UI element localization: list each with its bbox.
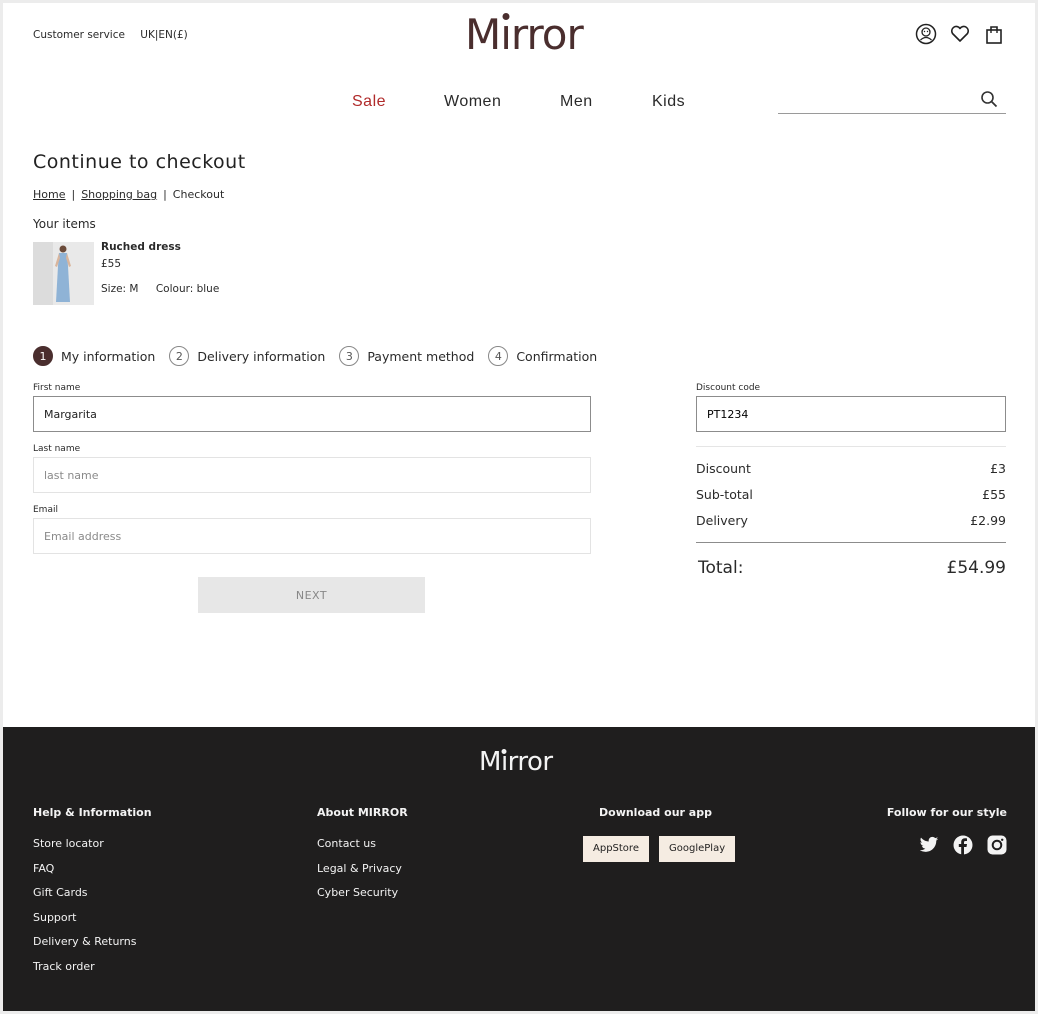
footer-link-cyber-security[interactable]: Cyber Security — [317, 886, 402, 911]
product-meta: Size: M Colour: blue — [101, 283, 233, 295]
product-colour: Colour: blue — [155, 283, 220, 295]
first-name-field[interactable] — [33, 396, 591, 432]
customer-service-link[interactable]: Customer service — [33, 29, 125, 41]
site-logo[interactable]: Mırror — [465, 7, 584, 63]
product-price: £55 — [101, 258, 122, 270]
email-field[interactable] — [33, 518, 591, 554]
total-label: Total: — [698, 558, 744, 578]
discount-code-label: Discount code — [696, 383, 761, 393]
your-items-heading: Your items — [33, 217, 96, 231]
footer-logo[interactable]: Mırror — [479, 747, 553, 777]
summary-total-divider — [696, 542, 1006, 543]
nav-sale[interactable]: Sale — [352, 93, 386, 111]
nav-kids[interactable]: Kids — [652, 93, 685, 111]
product-thumbnail[interactable] — [33, 242, 94, 305]
last-name-field[interactable] — [33, 457, 591, 493]
footer-app-title: Download our app — [599, 806, 712, 819]
step-delivery-information[interactable]: 2 Delivery information — [169, 346, 325, 366]
next-button[interactable]: NEXT — [198, 577, 425, 613]
breadcrumb-shopping-bag[interactable]: Shopping bag — [81, 188, 157, 201]
footer-link-legal-privacy[interactable]: Legal & Privacy — [317, 862, 402, 887]
instagram-icon[interactable] — [987, 835, 1007, 855]
breadcrumb-checkout: Checkout — [172, 188, 225, 201]
page-title: Continue to checkout — [33, 151, 246, 173]
summary-label: Discount — [696, 461, 751, 476]
last-name-label: Last name — [33, 444, 81, 454]
nav-men[interactable]: Men — [560, 93, 593, 111]
summary-value: £55 — [982, 487, 1006, 502]
footer-link-delivery-returns[interactable]: Delivery & Returns — [33, 935, 136, 960]
breadcrumb-separator: | — [71, 188, 76, 201]
account-icon[interactable] — [915, 23, 937, 45]
step-number: 1 — [33, 346, 53, 366]
step-confirmation[interactable]: 4 Confirmation — [488, 346, 597, 366]
bag-icon[interactable] — [983, 23, 1005, 45]
footer-help-title: Help & Information — [33, 806, 152, 819]
heart-icon[interactable] — [949, 23, 971, 45]
product-size: Size: M — [101, 283, 139, 295]
summary-label: Delivery — [696, 513, 748, 528]
search-bar — [778, 88, 1006, 114]
breadcrumb-separator: | — [163, 188, 167, 201]
summary-label: Sub-total — [696, 487, 753, 502]
first-name-label: First name — [33, 383, 81, 393]
step-label: Delivery information — [197, 348, 326, 364]
summary-value: £2.99 — [970, 513, 1006, 528]
page: Customer service UK|EN(£) Mırror Sale Wo… — [3, 3, 1035, 1011]
step-label: Confirmation — [516, 348, 598, 364]
summary-row-delivery: Delivery £2.99 — [696, 513, 1006, 528]
header-icons — [915, 23, 1005, 45]
summary-total: Total: £54.99 — [698, 558, 1006, 578]
summary-row-discount: Discount £3 — [696, 461, 1006, 476]
step-number: 3 — [339, 346, 360, 366]
nav-women[interactable]: Women — [444, 93, 501, 111]
summary-row-subtotal: Sub-total £55 — [696, 487, 1006, 502]
footer-about-title: About MIRROR — [317, 806, 408, 819]
googleplay-button[interactable]: GooglePlay — [659, 836, 736, 862]
footer-help-links: Store locator FAQ Gift Cards Support Del… — [33, 837, 136, 984]
product-name[interactable]: Ruched dress — [101, 241, 181, 253]
footer-link-track-order[interactable]: Track order — [33, 960, 136, 985]
top-bar: Customer service UK|EN(£) Mırror — [3, 3, 1035, 73]
checkout-stepper: 1 My information 2 Delivery information … — [33, 346, 611, 366]
step-number: 2 — [169, 346, 190, 366]
email-label: Email — [33, 505, 58, 515]
step-label: Payment method — [367, 348, 475, 364]
footer-about-links: Contact us Legal & Privacy Cyber Securit… — [317, 837, 402, 911]
breadcrumb: Home | Shopping bag | Checkout — [33, 188, 224, 201]
footer-link-support[interactable]: Support — [33, 911, 136, 936]
footer-link-gift-cards[interactable]: Gift Cards — [33, 886, 136, 911]
footer-link-store-locator[interactable]: Store locator — [33, 837, 136, 862]
footer: Mırror Help & Information Store locator … — [3, 727, 1035, 1011]
twitter-icon[interactable] — [919, 835, 939, 855]
discount-code-field[interactable] — [696, 396, 1006, 432]
step-number: 4 — [488, 346, 509, 366]
total-value: £54.99 — [946, 558, 1006, 578]
appstore-button[interactable]: AppStore — [583, 836, 649, 862]
step-my-information[interactable]: 1 My information — [33, 346, 155, 366]
social-links — [919, 835, 1007, 855]
top-links: Customer service UK|EN(£) — [33, 29, 200, 41]
search-icon[interactable] — [980, 90, 998, 112]
breadcrumb-home[interactable]: Home — [33, 188, 65, 201]
search-input[interactable] — [778, 88, 968, 112]
footer-link-faq[interactable]: FAQ — [33, 862, 136, 887]
facebook-icon[interactable] — [953, 835, 973, 855]
summary-divider — [696, 446, 1006, 447]
locale-selector[interactable]: UK|EN(£) — [140, 29, 187, 41]
footer-follow-title: Follow for our style — [886, 806, 1007, 819]
summary-value: £3 — [990, 461, 1006, 476]
step-payment-method[interactable]: 3 Payment method — [339, 346, 474, 366]
step-label: My information — [61, 348, 156, 364]
footer-link-contact-us[interactable]: Contact us — [317, 837, 402, 862]
